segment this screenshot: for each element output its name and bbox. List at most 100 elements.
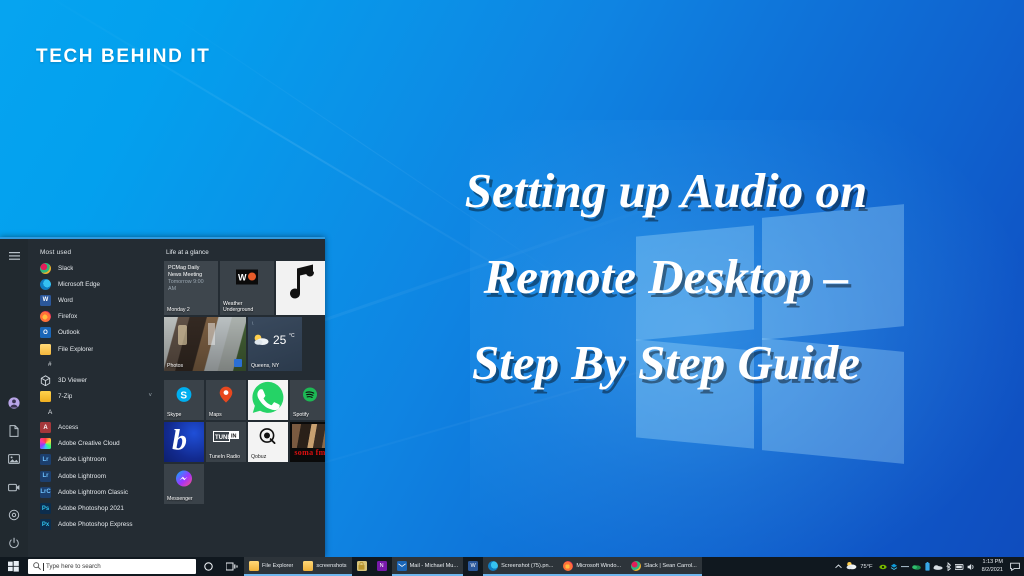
tunein-tile[interactable]: TUNE IN TuneIn Radio <box>206 422 246 462</box>
taskbar-app-word[interactable]: W <box>463 557 483 576</box>
dropbox-icon[interactable] <box>889 557 900 576</box>
video-icon[interactable] <box>6 479 22 495</box>
tile-group-2[interactable]: S Skype Maps Spotify b TUNE IN TuneIn Ra… <box>164 380 325 504</box>
windows-logo-icon <box>7 561 19 572</box>
action-center-icon[interactable] <box>1008 557 1022 576</box>
slack-icon <box>631 560 642 571</box>
skype-tile[interactable]: S Skype <box>164 380 204 420</box>
start-menu-rail[interactable] <box>0 239 28 557</box>
spotify-tile[interactable]: Spotify <box>290 380 325 420</box>
app-list-item-adobe-lightroom-classic[interactable]: LrC Adobe Lightroom Classic <box>28 484 158 500</box>
qobuz-tile[interactable]: Qobuz <box>248 422 288 462</box>
app-list-item-adobe-photoshop-express[interactable]: Px Adobe Photoshop Express <box>28 517 158 533</box>
app-list-item-slack[interactable]: Slack <box>28 260 158 276</box>
task-view-icon[interactable] <box>220 557 244 576</box>
app-list-item-access[interactable]: A Access <box>28 420 158 436</box>
cloud-icon[interactable] <box>933 557 944 576</box>
mail-icon <box>396 560 407 571</box>
tile-label: Messenger <box>167 495 193 502</box>
firefox-icon <box>563 560 574 571</box>
taskbar-app-file-explorer[interactable]: File Explorer <box>244 557 299 576</box>
taskbar-app-mail[interactable]: Mail - Michael Mu... <box>391 557 464 576</box>
qobuz-icon <box>259 427 277 450</box>
onedrive-icon[interactable] <box>911 557 922 576</box>
app-list-item-file-explorer[interactable]: File Explorer <box>28 341 158 357</box>
start-menu-rail-bottom[interactable] <box>6 395 22 557</box>
avatar-icon[interactable] <box>6 395 22 411</box>
cortana-circle-icon[interactable] <box>196 557 220 576</box>
app-list-item-outlook[interactable]: O Outlook <box>28 325 158 341</box>
battery-icon[interactable] <box>922 557 933 576</box>
app-label: Slack <box>58 264 74 272</box>
app-label: Word <box>58 296 73 304</box>
app-label: Adobe Creative Cloud <box>58 440 120 448</box>
page-title: Setting up Audio on Remote Desktop – Ste… <box>380 148 952 406</box>
somafm-tile[interactable]: soma fm <box>290 422 325 462</box>
app-list-item-adobe-lightroom-2[interactable]: Lr Adobe Lightroom <box>28 468 158 484</box>
app-label: Adobe Lightroom Classic <box>58 488 129 496</box>
clock[interactable]: 1:13 PM 8/2/2021 <box>977 559 1008 574</box>
taskbar-app-store[interactable] <box>352 557 372 576</box>
skype-icon: S <box>176 386 192 407</box>
taskbar-app-slack[interactable]: Slack | Sean Carrol... <box>626 557 702 576</box>
hamburger-icon[interactable] <box>6 248 22 264</box>
weather-underground-tile[interactable]: W Weather Underground <box>220 261 274 315</box>
nvidia-icon[interactable] <box>878 557 889 576</box>
network-icon[interactable] <box>955 557 966 576</box>
app-list-item-adobe-lightroom[interactable]: Lr Adobe Lightroom <box>28 452 158 468</box>
taskbar-app-screenshots[interactable]: screenshots <box>298 557 352 576</box>
app-list-item-firefox[interactable]: Firefox <box>28 309 158 325</box>
firefox-icon <box>40 311 51 323</box>
app-group-header-hash: # <box>48 361 52 369</box>
weather-temp: 25 <box>273 333 287 347</box>
tile-label: Spotify <box>293 411 309 418</box>
app-list-item-7-zip[interactable]: 7-Zip ˅ <box>28 388 158 404</box>
app-list-item-3d-viewer[interactable]: 3D Viewer <box>28 372 158 388</box>
dash-icon[interactable] <box>900 557 911 576</box>
taskbar[interactable]: Type here to search File Explorer screen… <box>0 557 1024 576</box>
edge-icon <box>40 278 51 290</box>
maps-tile[interactable]: Maps <box>206 380 246 420</box>
search-input[interactable]: Type here to search <box>28 559 196 574</box>
app-list-item-adobe-photoshop-2021[interactable]: Ps Adobe Photoshop 2021 <box>28 500 158 516</box>
bluetooth-icon[interactable] <box>944 557 955 576</box>
calendar-tile[interactable]: PCMag Daily News Meeting Tomorrow 9:00 A… <box>164 261 218 315</box>
bing-tile[interactable]: b <box>164 422 204 462</box>
power-icon[interactable] <box>6 535 22 551</box>
system-tray[interactable]: 75°F 1:13 PM 8/2/2021 <box>833 557 1024 576</box>
app-label: Outlook <box>58 329 80 337</box>
chevron-down-icon[interactable]: ˅ <box>148 393 152 399</box>
chevron-up-icon[interactable] <box>833 557 844 576</box>
taskbar-app-microsoft-windows[interactable]: Microsoft Windo... <box>558 557 627 576</box>
taskbar-app-label: File Explorer <box>262 562 294 569</box>
start-menu[interactable]: Most used Slack Microsoft Edge W Word Fi… <box>0 237 325 557</box>
tile-label: Maps <box>209 411 222 418</box>
start-menu-tiles[interactable]: Life at a glance PCMag Daily News Meetin… <box>158 239 325 557</box>
volume-icon[interactable] <box>966 557 977 576</box>
whatsapp-tile[interactable] <box>248 380 288 420</box>
taskbar-app-onenote[interactable]: N <box>372 557 392 576</box>
search-placeholder: Type here to search <box>46 563 101 570</box>
app-list-item-word[interactable]: W Word <box>28 292 158 308</box>
groove-music-tile[interactable] <box>276 261 325 315</box>
pictures-icon[interactable] <box>6 451 22 467</box>
lightroom-classic-icon: LrC <box>40 486 51 498</box>
taskbar-app-screenshot-image[interactable]: Screenshot (75).pn... <box>483 557 559 576</box>
tile-sub-2: AM <box>168 286 177 292</box>
partly-cloudy-icon <box>253 333 270 351</box>
start-menu-app-list[interactable]: Most used Slack Microsoft Edge W Word Fi… <box>28 239 158 557</box>
tile-group-1[interactable]: PCMag Daily News Meeting Tomorrow 9:00 A… <box>164 261 325 371</box>
text-caret <box>43 562 44 571</box>
gear-icon[interactable] <box>6 507 22 523</box>
messenger-icon <box>176 470 193 492</box>
tray-weather[interactable]: 75°F <box>844 561 877 572</box>
weather-tile[interactable]: \ 25 °C Queens, NY <box>248 317 302 371</box>
messenger-tile[interactable]: Messenger <box>164 464 204 504</box>
app-list-item-adobe-creative-cloud[interactable]: Adobe Creative Cloud <box>28 436 158 452</box>
app-list-item-microsoft-edge[interactable]: Microsoft Edge <box>28 276 158 292</box>
headline-line-3: Step By Step Guide <box>472 335 860 390</box>
photos-tile[interactable]: Photos <box>164 317 246 371</box>
app-group-header-a: A <box>48 408 53 416</box>
document-icon[interactable] <box>6 423 22 439</box>
start-button[interactable] <box>0 557 26 576</box>
